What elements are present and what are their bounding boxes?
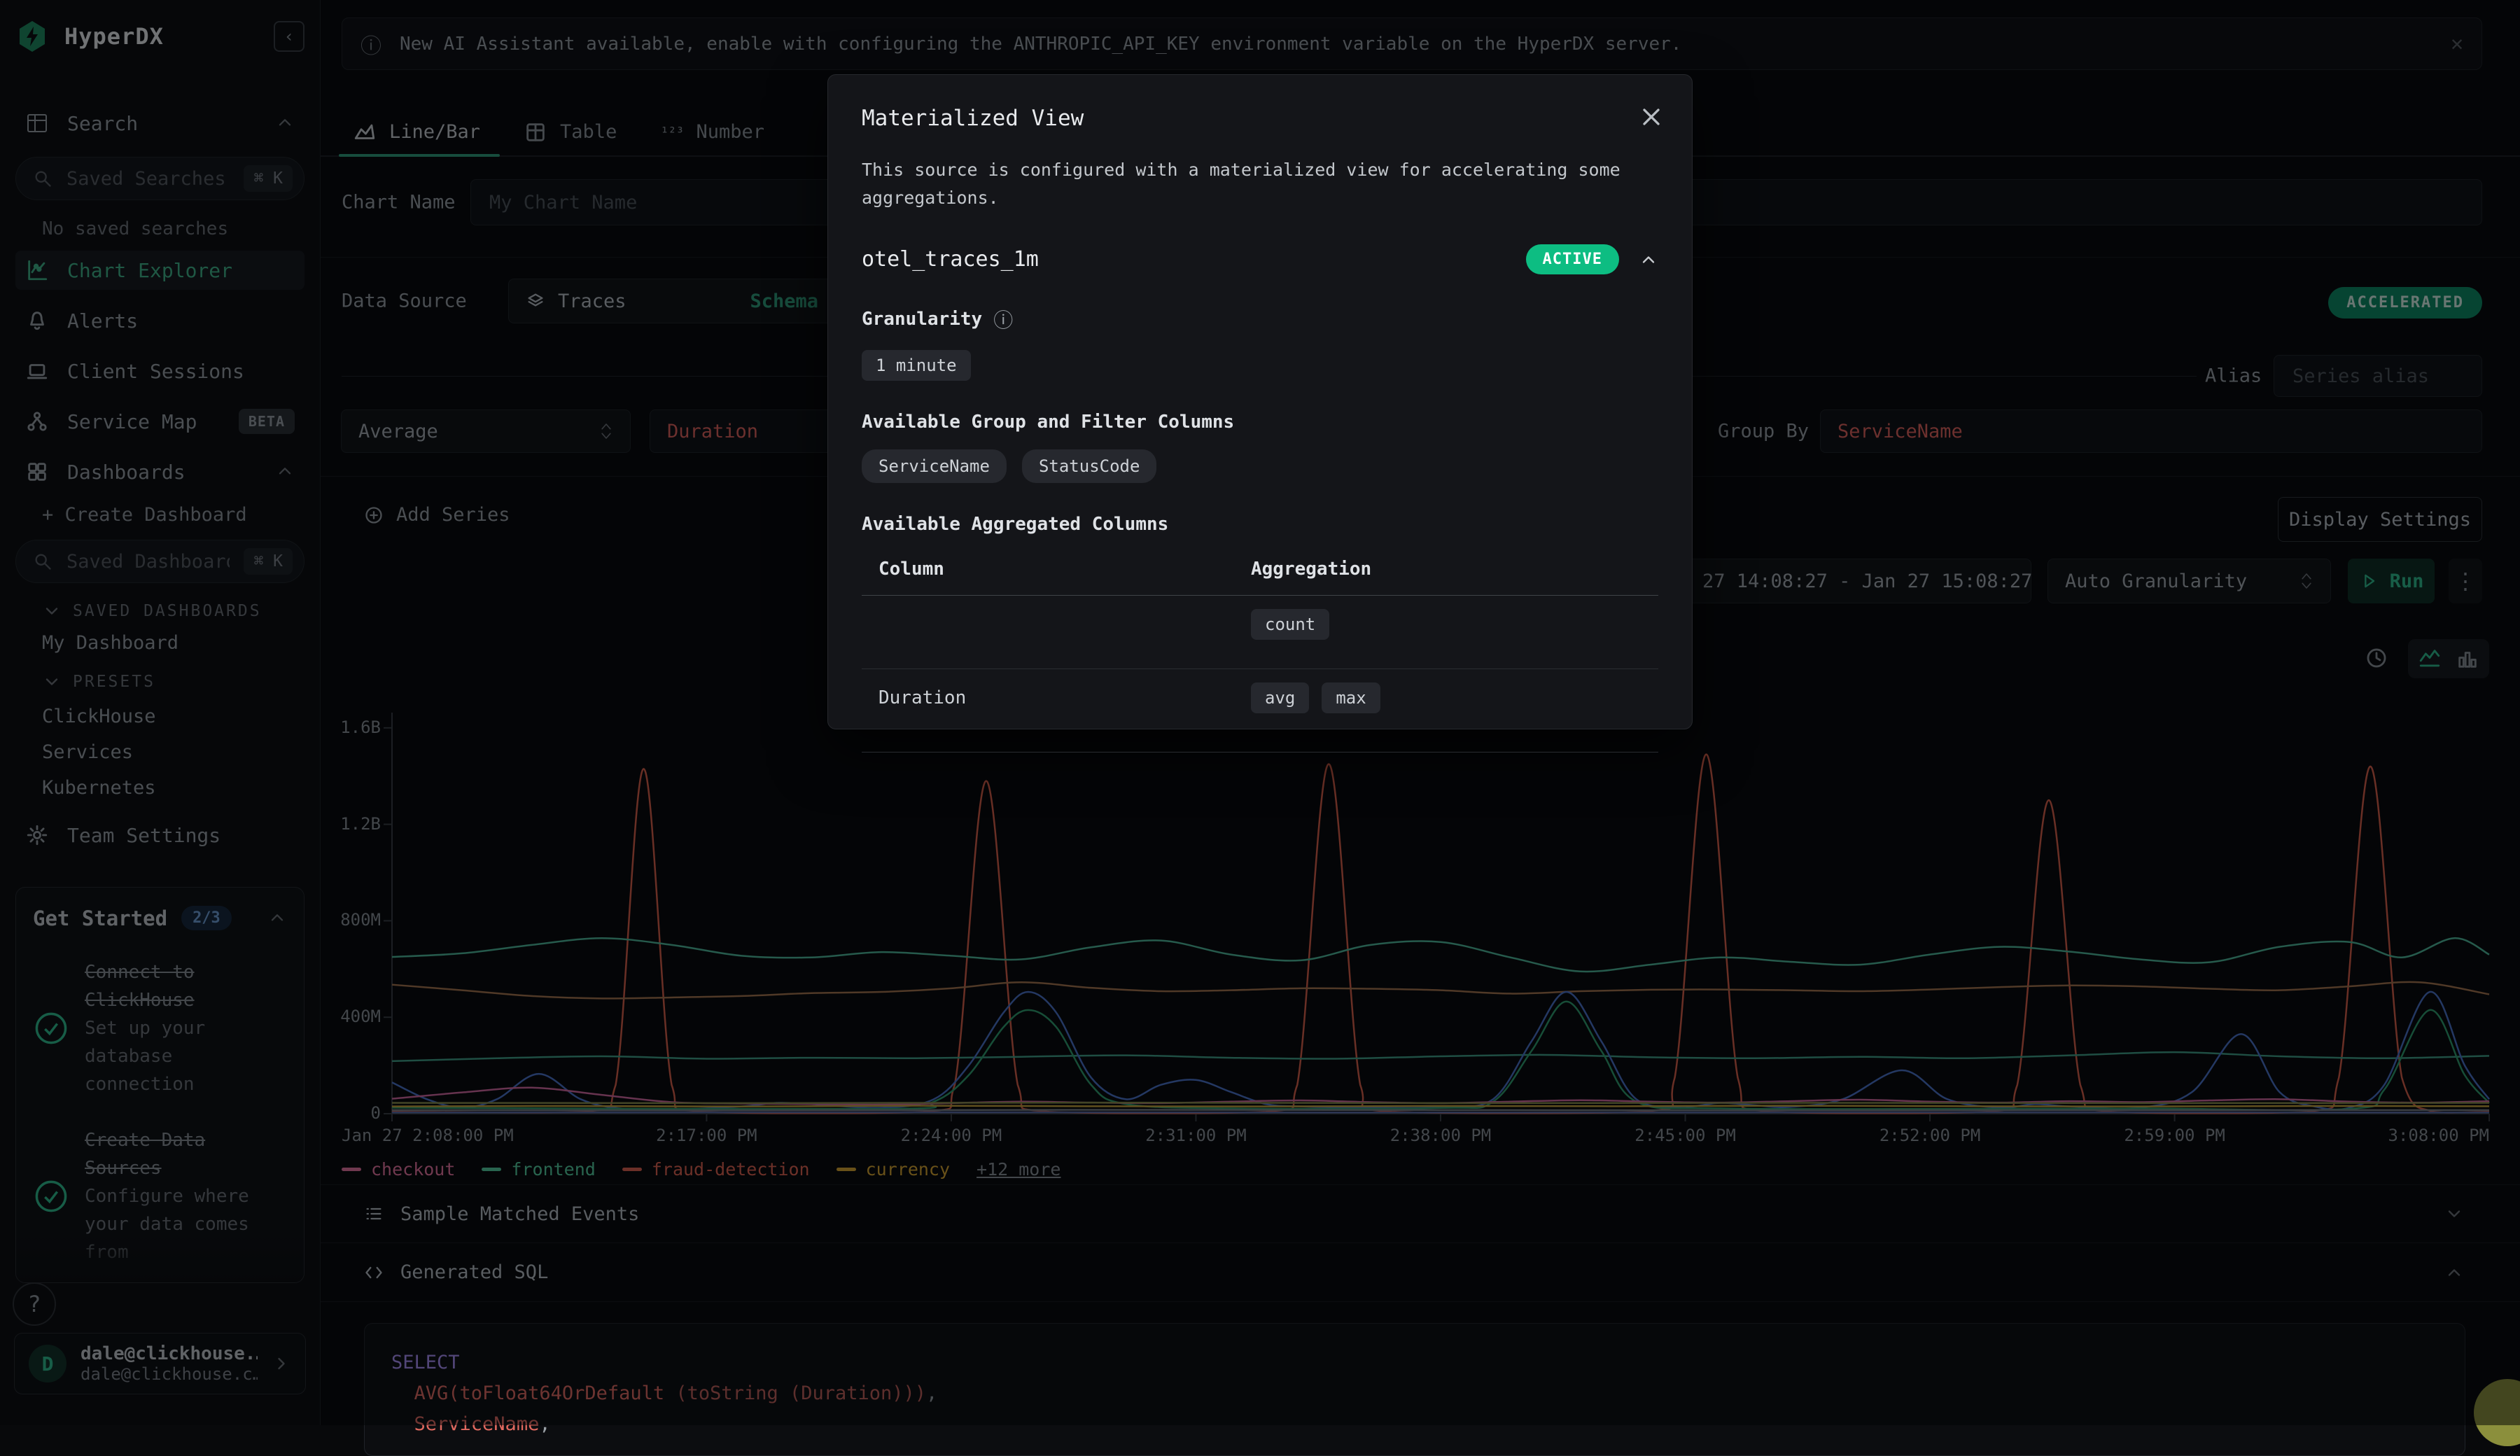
aggregation-chip: count [1251, 609, 1329, 640]
column-chip: StatusCode [1022, 449, 1157, 483]
granularity-chip: 1 minute [862, 350, 971, 381]
column-chip: ServiceName [862, 449, 1007, 483]
modal-description: This source is configured with a materia… [862, 156, 1632, 212]
aggregation-chip: max [1322, 682, 1380, 713]
info-icon[interactable]: ⓘ [993, 305, 1013, 333]
granularity-heading: Granularity ⓘ [862, 305, 1658, 333]
column-cell: Duration [878, 687, 966, 708]
table-row: count [862, 596, 1658, 653]
materialized-view-header[interactable]: otel_traces_1m ACTIVE [862, 244, 1658, 274]
modal-close-icon[interactable] [1637, 103, 1665, 131]
aggregated-heading: Available Aggregated Columns [862, 514, 1658, 535]
group-filter-heading: Available Group and Filter Columns [862, 412, 1658, 433]
aggregation-chip: avg [1251, 682, 1309, 713]
granularity-label: Granularity [862, 309, 982, 330]
aggregated-columns-table: Column Aggregation count Duration avg ma… [862, 559, 1658, 752]
materialized-view-modal: Materialized View This source is configu… [827, 74, 1693, 729]
status-badge: ACTIVE [1526, 244, 1619, 274]
column-header: Column [878, 559, 944, 580]
modal-title: Materialized View [862, 106, 1658, 131]
view-name: otel_traces_1m [862, 247, 1039, 272]
aggregation-header: Aggregation [1251, 559, 1658, 580]
chevron-up-icon[interactable] [1639, 250, 1658, 270]
table-row: Duration avg max [862, 669, 1658, 727]
